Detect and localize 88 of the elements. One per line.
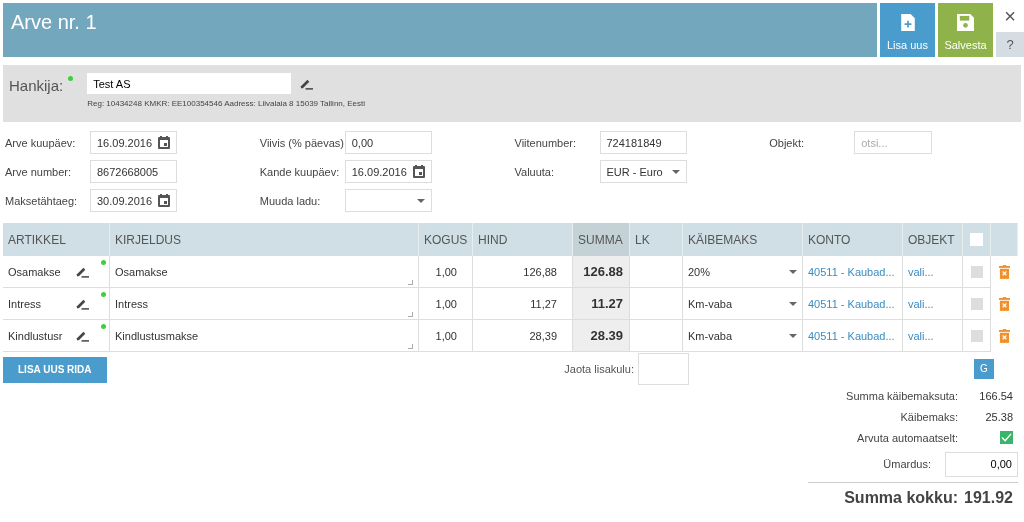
field-label: Jaota lisakulu: <box>564 362 634 375</box>
total-value: 25.38 <box>984 410 1014 423</box>
pencil-icon[interactable] <box>300 77 314 90</box>
pencil-icon[interactable] <box>76 329 89 342</box>
caret-icon <box>671 169 680 174</box>
help-button[interactable]: ? <box>996 32 1024 57</box>
table-cell: 1,00 <box>435 329 457 342</box>
column-header: KONTO <box>803 223 903 256</box>
object-link[interactable]: vali... <box>908 297 934 310</box>
vat-select[interactable]: 20% <box>688 265 797 278</box>
table-cell: 1,00 <box>435 265 457 278</box>
document-plus-icon <box>900 14 915 31</box>
pencil-icon[interactable] <box>76 265 89 278</box>
field-label: Viitenumber: <box>514 136 578 149</box>
supplier-field[interactable]: Test AS <box>87 73 292 94</box>
table-cell: 1,00 <box>435 297 457 310</box>
grand-total-value: 191.92 <box>963 489 1014 507</box>
field-label: Kande kuupäev: <box>259 165 341 178</box>
table-cell: 126.88 <box>583 264 623 279</box>
description-field[interactable]: Intress <box>115 288 413 319</box>
table-cell: 11,27 <box>530 297 557 310</box>
column-header: KIRJELDUS <box>110 223 419 256</box>
field-label: Ümardus: <box>882 458 931 470</box>
vat-select[interactable]: Km-vaba <box>688 297 797 310</box>
checkbox[interactable] <box>1000 431 1013 444</box>
checkbox[interactable] <box>970 265 983 278</box>
object-link[interactable]: vali... <box>908 329 934 342</box>
total-value: 166.54 <box>978 389 1014 402</box>
checkbox[interactable] <box>970 233 983 246</box>
column-header: SUMMA <box>573 223 630 256</box>
column-header: LK <box>630 223 683 256</box>
field-label: Muuda ladu: <box>259 194 322 207</box>
pencil-icon[interactable] <box>76 297 89 310</box>
date-field[interactable]: 16.09.2016 <box>90 131 177 154</box>
column-header: HIND <box>473 223 573 256</box>
account-link[interactable]: 40511 - Kaubad... <box>808 297 895 310</box>
table-cell: 28.39 <box>590 328 623 343</box>
window-title: Arve nr. 1 <box>11 11 97 33</box>
date-field[interactable]: 16.09.2016 <box>344 160 432 183</box>
supplier-details: Reg: 10434248 KMKR: EE100354546 Aadress: Liivalaia 8 15039 Tallinn, Eesti <box>87 99 366 108</box>
input-field[interactable]: 8672668005 <box>90 160 177 183</box>
calendar-icon[interactable] <box>158 136 170 149</box>
caret-icon <box>789 333 797 338</box>
field-label: Arve number: <box>5 165 73 178</box>
checkbox[interactable] <box>970 297 983 310</box>
description-field[interactable]: Osamakse <box>115 256 413 287</box>
trash-icon[interactable] <box>999 297 1010 311</box>
grand-total-label: Summa kokku: <box>843 489 958 507</box>
table-cell: Kindlustusr <box>8 329 63 342</box>
field-label: Objekt: <box>769 136 806 149</box>
calendar-icon[interactable] <box>412 165 425 178</box>
calendar-icon[interactable] <box>158 194 170 207</box>
object-link[interactable]: vali... <box>908 265 934 278</box>
vat-select[interactable]: Km-vaba <box>688 329 797 342</box>
column-header: OBJEKT <box>903 223 963 256</box>
checkbox-label: Arvuta automaatselt: <box>856 431 958 444</box>
trash-icon[interactable] <box>999 265 1010 279</box>
field-label: Arve kuupäev: <box>5 136 77 149</box>
table-cell: 11.27 <box>591 296 623 311</box>
checkbox[interactable] <box>970 329 983 342</box>
trash-icon[interactable] <box>999 329 1010 343</box>
total-label: Käibemaks: <box>899 410 958 423</box>
total-label: Summa käibemaksuta: <box>845 389 958 402</box>
description-field[interactable]: Kindlustusmakse <box>115 320 413 351</box>
rounding-field[interactable]: 0,00 <box>945 451 1018 477</box>
field-label: Maksetähtaeg: <box>5 194 79 207</box>
field-label: Valuuta: <box>514 165 556 178</box>
account-link[interactable]: 40511 - Kaubad... <box>808 265 895 278</box>
caret-icon <box>789 301 797 306</box>
input-field[interactable] <box>638 352 689 385</box>
table-cell: 28,39 <box>529 329 557 342</box>
column-header: KOGUS <box>419 223 473 256</box>
table-cell: Osamakse <box>8 265 61 278</box>
supplier-label: Hankija: <box>9 77 64 94</box>
select-field[interactable]: EUR - Euro <box>599 160 687 183</box>
table-cell: Intress <box>8 297 41 310</box>
input-field[interactable]: 0,00 <box>344 131 432 154</box>
account-link[interactable]: 40511 - Kaubad... <box>808 329 895 342</box>
caret-icon <box>789 269 797 274</box>
date-field[interactable]: 30.09.2016 <box>90 189 177 212</box>
column-header: KÄIBEMAKS <box>683 223 803 256</box>
select-field[interactable] <box>344 189 432 212</box>
field-label: Viivis (% päevas): <box>259 136 345 149</box>
column-header: ARTIKKEL <box>3 223 110 256</box>
table-cell: 126,88 <box>523 265 557 278</box>
caret-icon <box>416 198 425 203</box>
input-field[interactable]: 724181849 <box>599 131 687 154</box>
search-field[interactable]: otsi... <box>854 131 933 154</box>
